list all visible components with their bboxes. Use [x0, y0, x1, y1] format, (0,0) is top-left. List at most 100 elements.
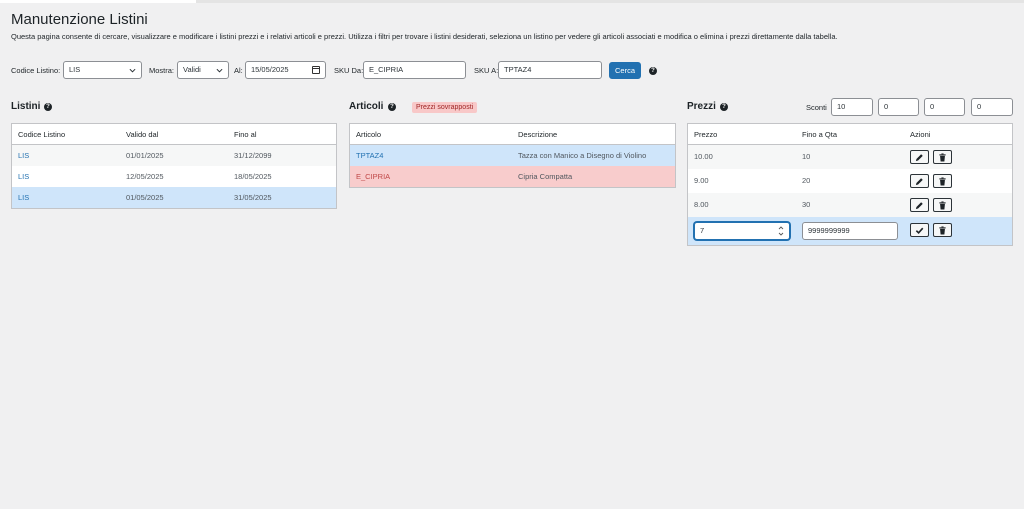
qta-cell: 20	[802, 176, 811, 185]
codice-listino-select[interactable]: LIS	[63, 61, 142, 79]
table-row-conflict[interactable]: E_CIPRIA Cipria Compatta	[350, 166, 675, 187]
table-row[interactable]: LIS 12/05/2025 18/05/2025	[12, 166, 336, 187]
sku-a-value: TPTAZ4	[504, 65, 532, 74]
listino-code-link[interactable]: LIS	[18, 145, 29, 166]
al-date-value: 15/05/2025	[251, 65, 289, 74]
sku-a-label: SKU A:	[474, 66, 499, 75]
page-description: Questa pagina consente di cercare, visua…	[11, 32, 838, 41]
prezzi-title: Prezzi	[687, 101, 716, 112]
codice-listino-label: Codice Listino:	[11, 66, 61, 75]
listino-code-link[interactable]: LIS	[18, 166, 29, 187]
table-row-selected[interactable]: LIS 01/05/2025 31/05/2025	[12, 187, 336, 208]
qta-cell: 10	[802, 152, 811, 161]
sconto-4-input[interactable]: 0	[971, 98, 1013, 116]
table-row: 8.00 30	[688, 193, 1012, 217]
listini-title: Listini	[11, 101, 41, 112]
articoli-table-header: Articolo Descrizione	[350, 124, 675, 145]
al-label: Al:	[234, 66, 243, 75]
sconto-3-input[interactable]: 0	[924, 98, 965, 116]
help-icon[interactable]: ?	[720, 103, 728, 111]
descrizione-cell: Cipria Compatta	[518, 172, 573, 181]
edit-button[interactable]	[910, 150, 929, 164]
prezzo-cell: 10.00	[694, 152, 713, 161]
help-icon[interactable]: ?	[649, 67, 657, 75]
calendar-icon[interactable]	[312, 66, 320, 74]
sku-da-input[interactable]: E_CIPRIA	[363, 61, 466, 79]
mostra-select[interactable]: Validi	[177, 61, 229, 79]
trash-icon	[939, 201, 946, 210]
pencil-icon	[915, 154, 923, 162]
column-header: Prezzo	[694, 130, 718, 139]
sconto-3-value: 0	[930, 102, 935, 111]
fino-al-cell: 31/12/2099	[234, 151, 272, 160]
listini-table-header: Codice Listino Valido dal Fino al	[12, 124, 336, 145]
search-button[interactable]: Cerca	[609, 62, 641, 79]
help-icon[interactable]: ?	[44, 103, 52, 111]
trash-icon	[939, 177, 946, 186]
prezzi-table: Prezzo Fino a Qta Azioni 10.00 10 9.00 2…	[687, 123, 1013, 246]
pencil-icon	[915, 202, 923, 210]
delete-button[interactable]	[933, 223, 952, 237]
table-row-selected[interactable]: TPTAZ4 Tazza con Manico a Disegno di Vio…	[350, 145, 675, 166]
edit-button[interactable]	[910, 198, 929, 212]
listini-table: Codice Listino Valido dal Fino al LIS 01…	[11, 123, 337, 209]
edit-button[interactable]	[910, 174, 929, 188]
column-header: Valido dal	[126, 130, 159, 139]
check-icon	[915, 227, 924, 235]
al-date-input[interactable]: 15/05/2025	[245, 61, 326, 79]
table-row: 9.00 20	[688, 169, 1012, 193]
column-header: Azioni	[910, 130, 931, 139]
column-header: Articolo	[356, 130, 382, 139]
sconto-1-value: 10	[837, 102, 846, 111]
codice-listino-value: LIS	[69, 65, 81, 74]
valido-dal-cell: 01/05/2025	[126, 193, 164, 202]
prezzi-table-header: Prezzo Fino a Qta Azioni	[688, 124, 1012, 145]
articoli-title: Articoli	[349, 101, 384, 112]
prezzo-edit-value: 7	[700, 226, 705, 235]
column-header: Fino a Qta	[802, 130, 838, 139]
articoli-table: Articolo Descrizione TPTAZ4 Tazza con Ma…	[349, 123, 676, 188]
help-icon[interactable]: ?	[388, 103, 396, 111]
sconti-label: Sconti	[806, 103, 827, 112]
sconto-4-value: 0	[977, 102, 982, 111]
top-bar-segment	[0, 0, 196, 3]
chevron-down-icon	[216, 68, 223, 73]
articolo-link[interactable]: E_CIPRIA	[356, 166, 390, 187]
articolo-link[interactable]: TPTAZ4	[356, 145, 383, 166]
sku-da-value: E_CIPRIA	[369, 65, 404, 74]
pencil-icon	[915, 178, 923, 186]
trash-icon	[939, 226, 946, 235]
delete-button[interactable]	[933, 150, 952, 164]
delete-button[interactable]	[933, 174, 952, 188]
top-bar	[0, 0, 1024, 3]
fino-al-cell: 18/05/2025	[234, 172, 272, 181]
page-title: Manutenzione Listini	[11, 11, 148, 28]
confirm-button[interactable]	[910, 223, 929, 237]
spinner-arrows-icon[interactable]	[778, 225, 784, 237]
column-header: Descrizione	[518, 130, 558, 139]
trash-icon	[939, 153, 946, 162]
sku-a-input[interactable]: TPTAZ4	[498, 61, 602, 79]
listino-code-link[interactable]: LIS	[18, 187, 29, 208]
prezzo-edit-input[interactable]: 7	[694, 222, 790, 240]
fino-al-cell: 31/05/2025	[234, 193, 272, 202]
valido-dal-cell: 12/05/2025	[126, 172, 164, 181]
table-row-editing: 7 9999999999	[688, 217, 1012, 245]
prezzo-cell: 8.00	[694, 200, 709, 209]
prezzo-cell: 9.00	[694, 176, 709, 185]
column-header: Codice Listino	[18, 130, 66, 139]
sku-da-label: SKU Da:	[334, 66, 364, 75]
valido-dal-cell: 01/01/2025	[126, 151, 164, 160]
table-row[interactable]: LIS 01/01/2025 31/12/2099	[12, 145, 336, 166]
qta-edit-input[interactable]: 9999999999	[802, 222, 898, 240]
sconto-2-value: 0	[884, 102, 889, 111]
mostra-label: Mostra:	[149, 66, 175, 75]
qta-edit-value: 9999999999	[808, 226, 850, 235]
descrizione-cell: Tazza con Manico a Disegno di Violino	[518, 151, 647, 160]
chevron-down-icon	[129, 68, 136, 73]
sconto-1-input[interactable]: 10	[831, 98, 873, 116]
table-row: 10.00 10	[688, 145, 1012, 169]
sconto-2-input[interactable]: 0	[878, 98, 919, 116]
column-header: Fino al	[234, 130, 257, 139]
delete-button[interactable]	[933, 198, 952, 212]
